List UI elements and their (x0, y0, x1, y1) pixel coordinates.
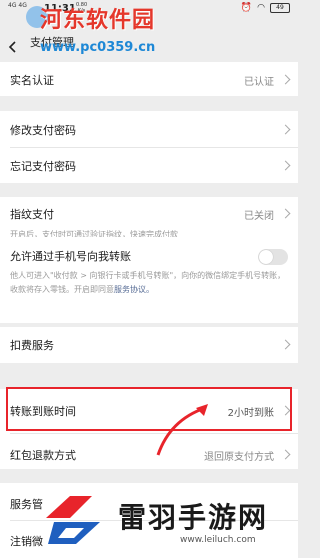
service-agreement-link[interactable]: 服务协议。 (114, 285, 154, 294)
cell-phone-transfer-body: 允许通过手机号向我转账 他人可进入"收付款 > 向银行卡或手机号转账"，向你的微… (0, 237, 298, 323)
cell-label: 指纹支付 (10, 208, 54, 221)
watermark-url: www.leiluch.com (180, 535, 256, 545)
cell-label: 允许通过手机号向我转账 (10, 250, 131, 263)
chevron-right-icon (280, 339, 291, 350)
cell-refund-method[interactable]: 红包退款方式 退回原支付方式 (0, 434, 298, 469)
cell-forgot-password[interactable]: 忘记支付密码 (0, 148, 298, 183)
watermark-url: www.pc0359.cn (40, 40, 156, 55)
chevron-right-icon (280, 449, 291, 460)
chevron-right-icon (280, 160, 291, 171)
alarm-icon: ⏰ (240, 3, 253, 13)
chevron-right-icon (280, 74, 291, 85)
back-arrow-icon[interactable] (6, 40, 20, 54)
annotation-arrow-icon (156, 404, 208, 456)
cell-label: 忘记支付密码 (10, 160, 76, 173)
cell-deduct-service[interactable]: 扣费服务 (0, 327, 298, 363)
chevron-right-icon (280, 208, 291, 219)
chevron-right-icon (280, 124, 291, 135)
cell-description: 他人可进入"收付款 > 向银行卡或手机号转账"，向你的微信绑定手机号转账，收款将… (10, 271, 286, 294)
group-password: 修改支付密码 忘记支付密码 (0, 111, 298, 183)
highlight-box (6, 387, 292, 431)
cell-label: 修改支付密码 (10, 124, 76, 137)
cell-label: 实名认证 (10, 74, 54, 87)
watermark-text: 雷羽手游网 (118, 501, 269, 534)
cell-label: 注销微 (10, 535, 43, 548)
wifi-icon: ◠ (257, 3, 265, 13)
cell-value: 已认证 (244, 77, 274, 88)
watermark-bottom: 雷羽手游网 www.leiluch.com (40, 480, 298, 558)
cell-realname[interactable]: 实名认证 已认证 (0, 62, 298, 96)
cell-label: 红包退款方式 (10, 449, 76, 462)
phone-transfer-toggle[interactable] (258, 249, 288, 265)
watermark-top: 河东软件园 www.pc0359.cn (26, 0, 216, 60)
watermark-text: 河东软件园 (40, 8, 156, 33)
cell-value: 已关闭 (244, 211, 274, 222)
cell-label: 扣费服务 (10, 339, 54, 352)
cell-label: 服务管 (10, 498, 43, 511)
signal-indicator: 4G 4G (8, 2, 27, 9)
cell-modify-password[interactable]: 修改支付密码 (0, 111, 298, 147)
watermark-logo-icon (46, 496, 100, 544)
toggle-knob (259, 250, 273, 264)
battery-icon: 49 (270, 3, 290, 13)
